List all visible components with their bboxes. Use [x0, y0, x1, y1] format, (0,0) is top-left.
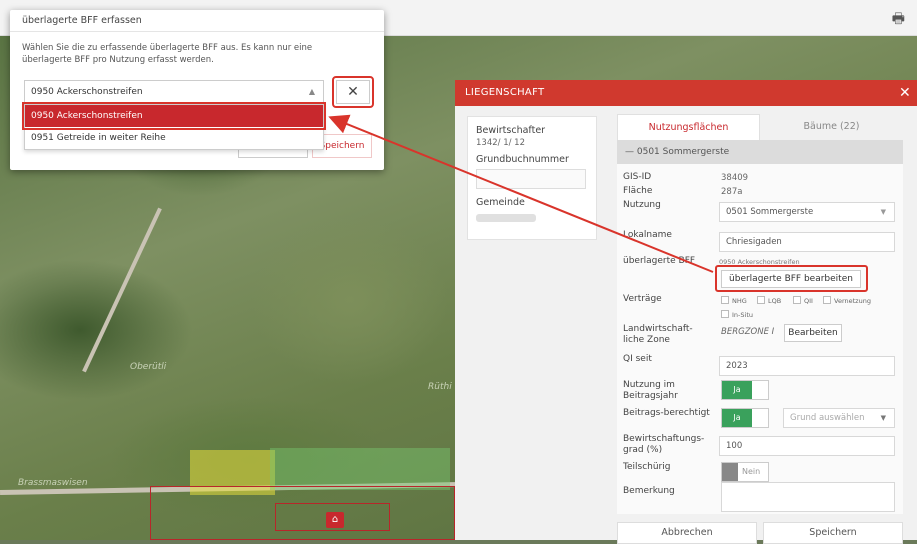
nutzung-jahr-toggle[interactable]: Ja: [721, 380, 769, 400]
panel-tabs: Nutzungsflächen Bäume (22): [617, 114, 903, 140]
liegenschaft-panel: Bewirtschafter 1342/ 1/ 12 Grundbuchnumm…: [455, 106, 917, 544]
gemeinde-label: Gemeinde: [476, 197, 525, 208]
qi-label: QI seit: [623, 354, 652, 364]
tab-nutzungsflaechen[interactable]: Nutzungsflächen: [617, 114, 760, 140]
dialog-description: Wählen Sie die zu erfassende überlagerte…: [22, 43, 313, 65]
nutzung-details: GIS-ID 38409 Fläche 287a Nutzung 0501 So…: [617, 164, 903, 514]
bewirtschafter-value: 1342/ 1/ 12: [476, 138, 525, 148]
toggle-knob: [722, 463, 738, 481]
nutzung-value: 0501 Sommergerste: [726, 207, 814, 217]
zone-label: Landwirtschaft-liche Zone: [623, 324, 693, 345]
bff-option[interactable]: 0951 Getreide in weiter Reihe: [25, 127, 323, 149]
qi-field[interactable]: 2023: [719, 356, 895, 376]
panel-save-button[interactable]: Speichern: [763, 522, 903, 544]
contract-checkbox[interactable]: Vernetzung: [823, 296, 871, 305]
bewirtschafter-label: Bewirtschafter: [476, 125, 546, 136]
vertraege-label: Verträge: [623, 294, 662, 304]
lokalname-label: Lokalname: [623, 230, 672, 240]
section-header[interactable]: — 0501 Sommergerste: [617, 140, 903, 164]
nutzung-jahr-label: Nutzung im Beitragsjahr: [623, 380, 678, 401]
chevron-down-icon: ▼: [880, 208, 886, 216]
grad-field[interactable]: 100: [719, 436, 895, 456]
toggle-off-label: Nein: [742, 467, 761, 476]
panel-cancel-button[interactable]: Abbrechen: [617, 522, 757, 544]
nutzung-select[interactable]: 0501 Sommergerste ▼: [719, 202, 895, 222]
panel-title: LIEGENSCHAFT: [465, 87, 545, 98]
panel-header: LIEGENSCHAFT ✕: [455, 80, 917, 106]
teilschuerig-label: Teilschürig: [623, 462, 671, 472]
highlight-box: [332, 76, 374, 108]
home-icon[interactable]: ⌂: [326, 512, 344, 528]
grund-placeholder: Grund auswählen: [790, 413, 865, 423]
grundbuch-label: Grundbuchnummer: [476, 154, 569, 165]
contract-checkbox[interactable]: NHG: [721, 296, 747, 305]
owner-card: Bewirtschafter 1342/ 1/ 12 Grundbuchnumm…: [467, 116, 597, 240]
dialog-title: überlagerte BFF erfassen: [10, 10, 384, 32]
gis-value: 38409: [721, 173, 749, 183]
bff-select[interactable]: 0950 Ackerschonstreifen ▲: [24, 80, 324, 104]
teilschuerig-toggle[interactable]: Nein: [721, 462, 769, 482]
bemerkung-label: Bemerkung: [623, 486, 675, 496]
tab-baeume[interactable]: Bäume (22): [760, 114, 903, 140]
highlight-box: [22, 102, 326, 130]
beitrags-toggle[interactable]: Ja: [721, 408, 769, 428]
nutzung-label: Nutzung: [623, 200, 661, 210]
highlight-box: [715, 265, 868, 292]
map-label: Oberütli: [130, 362, 167, 372]
contract-checkbox[interactable]: QII: [793, 296, 813, 305]
flaeche-label: Fläche: [623, 186, 653, 196]
grundbuch-field: [476, 169, 586, 189]
bff-dialog: überlagerte BFF erfassen Wählen Sie die …: [10, 10, 384, 170]
map-label: Rüthi: [428, 382, 452, 392]
zone-value: BERGZONE I: [721, 327, 775, 337]
printer-icon[interactable]: 🖶: [892, 8, 905, 32]
ueberlagerte-label: überlagerte BFF: [623, 256, 696, 266]
close-icon[interactable]: ✕: [899, 80, 911, 106]
map-label: Brassmaswisen: [18, 478, 88, 488]
contract-checkbox[interactable]: In-Situ: [721, 310, 753, 319]
zone-edit-button[interactable]: Bearbeiten: [784, 324, 842, 342]
caret-up-icon: ▲: [308, 87, 315, 96]
grad-label: Bewirtschaftungs-grad (%): [623, 434, 705, 455]
lokalname-field[interactable]: Chriesigaden: [719, 232, 895, 252]
toggle-on-label: Ja: [722, 381, 752, 399]
flaeche-value: 287a: [721, 187, 743, 197]
chevron-down-icon: ▼: [880, 414, 886, 422]
toggle-on-label: Ja: [722, 409, 752, 427]
map-road: [82, 207, 162, 373]
beitrags-label: Beitrags-berechtigt: [623, 408, 710, 418]
gemeinde-value: [476, 214, 536, 222]
grund-select[interactable]: Grund auswählen ▼: [783, 408, 895, 428]
bemerkung-textarea[interactable]: [721, 482, 895, 512]
map-green-area: [270, 448, 450, 490]
gis-label: GIS-ID: [623, 172, 652, 182]
bff-select-value: 0950 Ackerschonstreifen: [31, 87, 143, 97]
contract-checkbox[interactable]: LQB: [757, 296, 781, 305]
